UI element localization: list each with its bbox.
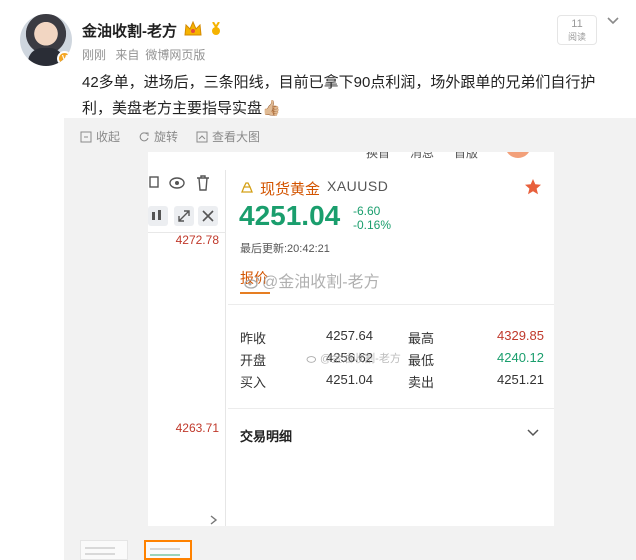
watermark: @金油收割-老方 (244, 268, 380, 292)
chevron-down-icon (527, 429, 539, 437)
trade-detail-label: 交易明细 (240, 429, 293, 444)
tab-underline (240, 292, 270, 294)
thumbnail-active[interactable] (144, 540, 192, 560)
quote-key: 最低 (408, 353, 435, 368)
quote-row: 买入 4251.04 卖出 4251.21 (240, 372, 544, 392)
eye-icon (169, 177, 185, 189)
weibo-post: V 金油收割-老方 刚刚 来自 微博网页版 11 阅读 42多单，进场后，三条阳线… (0, 0, 636, 560)
last-updated: 最后更新:20:42:21 (240, 243, 330, 255)
change-percent: -0.16% (353, 218, 392, 232)
view-large-button[interactable]: 查看大图 (196, 128, 260, 145)
watermark-small-text: @金油收割-老方 (320, 353, 401, 365)
rotate-label: 旋转 (154, 130, 179, 144)
close-button (198, 206, 218, 226)
collapse-icon (80, 131, 92, 142)
expand-icon (178, 210, 190, 222)
post-source: 微博网页版 (145, 48, 206, 62)
gold-icon (241, 182, 253, 193)
view-large-label: 查看大图 (212, 130, 261, 144)
verified-badge-icon: V (57, 51, 72, 66)
divider (228, 408, 554, 409)
weibo-logo-icon (306, 356, 317, 363)
chart-panel: 4272.78 4263.71 (148, 170, 226, 526)
chart-price-label: 4263.71 (175, 421, 219, 435)
post-time[interactable]: 刚刚 (82, 48, 106, 62)
price-change: -6.60 -0.16% (353, 204, 391, 232)
quote-value: 4257.64 (326, 328, 373, 343)
quote-key: 买入 (240, 375, 267, 390)
quote-panel: 现货黄金 XAUUSD 4251.04 -6.60 -0.16% 最后更新:20… (228, 170, 554, 526)
image-top-strip: 换首 消息 首版 (148, 152, 554, 160)
chart-price-label: 4272.78 (175, 233, 219, 247)
star-icon (525, 179, 541, 195)
post-meta: 刚刚 来自 微博网页版 (82, 46, 211, 63)
change-value: -6.60 (353, 204, 381, 218)
post-text: 42多单，进场后，三条阳线，目前已拿下90点利润，场外跟单的兄弟们自行护利，美盘… (82, 74, 596, 117)
crown-icon (184, 20, 202, 36)
quote-row: 昨收 4257.64 最高 4329.85 (240, 328, 544, 348)
image-actions: 收起 旋转 查看大图 (80, 128, 260, 145)
read-count: 11 阅读 (557, 15, 597, 45)
close-icon (202, 210, 214, 222)
chevron-down-icon[interactable] (606, 16, 620, 26)
watermark-text: @金油收割-老方 (262, 274, 380, 291)
top-tab: 首版 (454, 152, 479, 160)
top-tab: 消息 (410, 152, 435, 160)
instrument-name: 现货黄金 (260, 181, 321, 198)
instrument-code: XAUUSD (327, 178, 389, 194)
candle-button (148, 206, 168, 226)
quote-value: 4251.04 (326, 372, 373, 387)
quote-key: 卖出 (408, 375, 435, 390)
last-price: 4251.04 (239, 200, 341, 231)
zoom-icon (196, 131, 208, 142)
quote-key: 开盘 (240, 353, 267, 368)
collapse-label: 收起 (96, 130, 121, 144)
post-source-prefix: 来自 (115, 48, 140, 62)
copy-icon (149, 176, 159, 188)
expand-button (174, 206, 194, 226)
read-count-value: 11 (571, 18, 583, 30)
medal-icon (212, 22, 220, 35)
quote-value: 4329.85 (497, 328, 544, 343)
quote-key: 最高 (408, 331, 435, 346)
chevron-right-icon (210, 515, 218, 525)
username[interactable]: 金油收割-老方 (82, 20, 177, 41)
quote-value: 4240.12 (497, 350, 544, 365)
divider (228, 304, 554, 305)
candlestick-icon (152, 210, 161, 220)
thumbnail-strip (80, 540, 192, 560)
collapse-button[interactable]: 收起 (80, 128, 120, 145)
quote-key: 昨收 (240, 331, 267, 346)
thumbnail[interactable] (80, 540, 128, 560)
rotate-button[interactable]: 旋转 (138, 128, 178, 145)
weibo-logo-icon (244, 276, 260, 289)
watermark-small: @金油收割-老方 (306, 350, 401, 366)
top-tab: 换首 (366, 152, 391, 160)
quote-value: 4251.21 (497, 372, 544, 387)
read-count-label: 阅读 (567, 32, 586, 42)
trash-icon (197, 175, 209, 191)
avatar[interactable]: V (20, 14, 72, 66)
post-image[interactable]: 换首 消息 首版 4272.78 4263.71 现货黄金 XAUUSD 425… (148, 152, 554, 526)
rotate-icon (139, 131, 149, 141)
